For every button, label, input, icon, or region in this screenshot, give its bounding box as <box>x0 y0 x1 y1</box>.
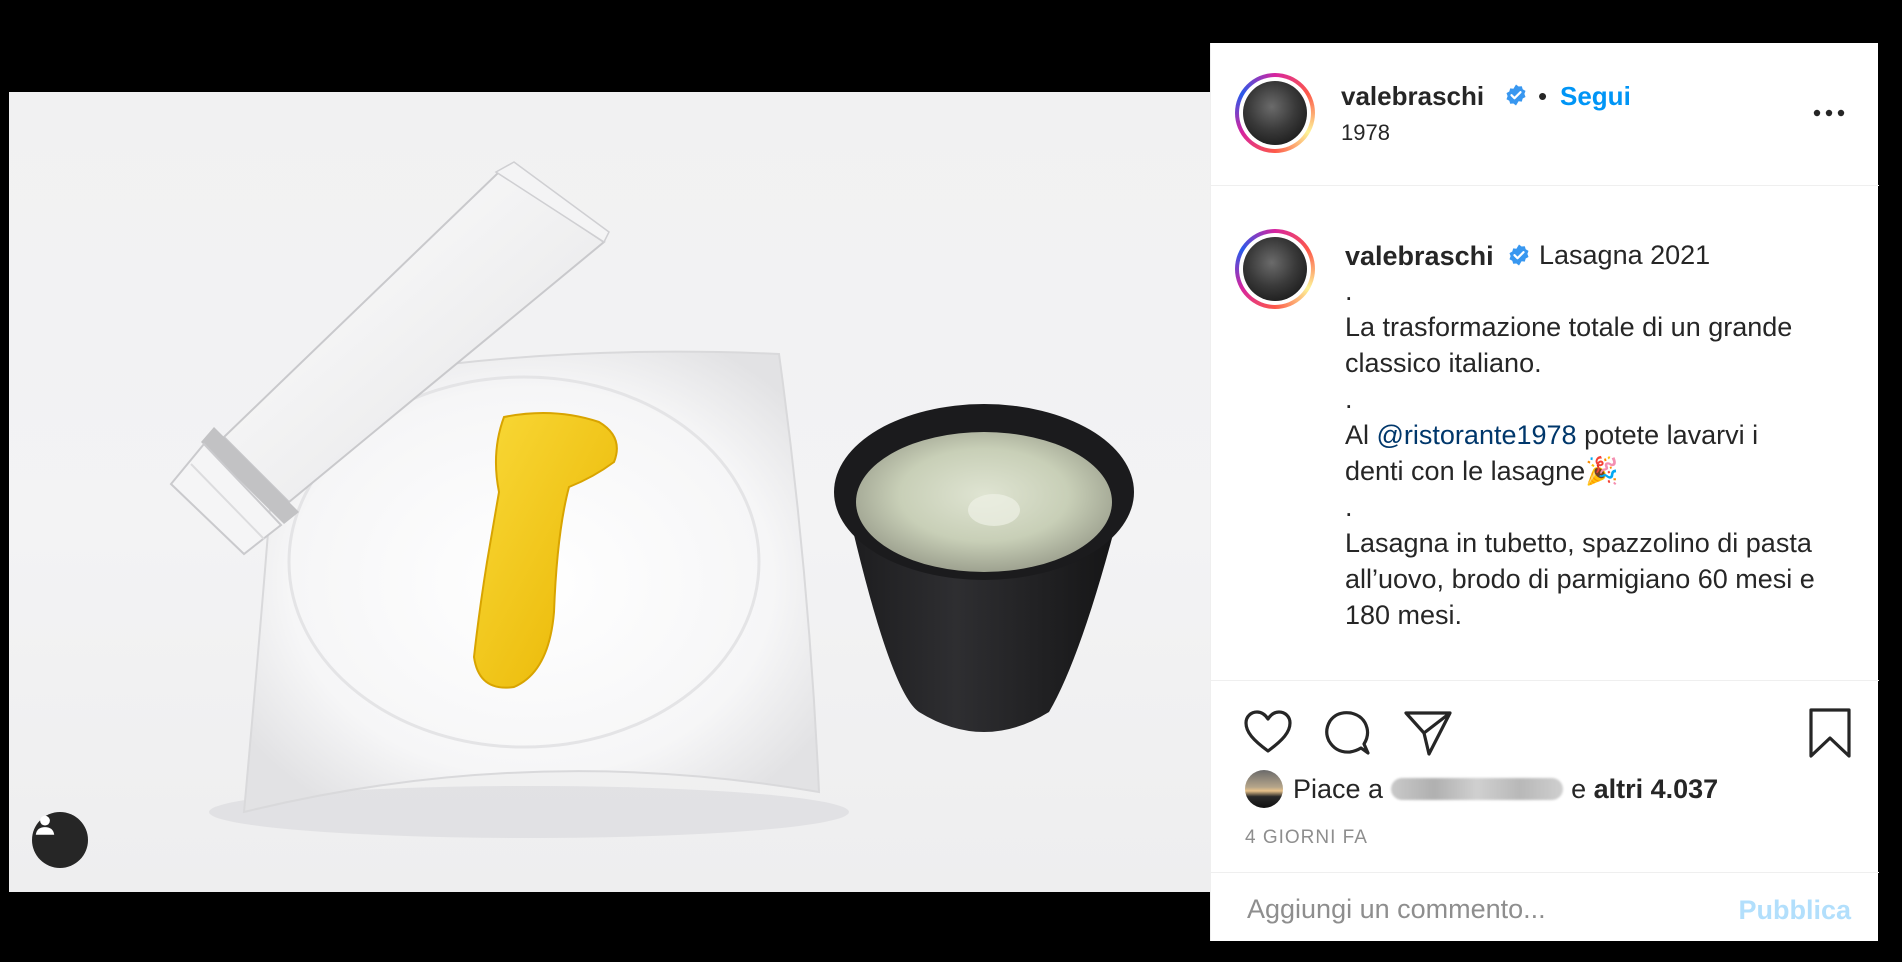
comment-input[interactable] <box>1245 887 1729 931</box>
likes-connector: e <box>1571 773 1587 804</box>
profile-avatar[interactable] <box>1235 73 1315 153</box>
location-link[interactable]: 1978 <box>1341 120 1390 146</box>
caption-line-mention: Al @ristorante1978 potete lavarvi i <box>1345 417 1855 453</box>
caption-line: La trasformazione totale di un grande <box>1345 312 1793 342</box>
avatar-image <box>1243 237 1307 301</box>
caption-area: valebraschi Lasagna 2021 . La trasformaz… <box>1211 186 1879 679</box>
caption-text-fragment: Al <box>1345 420 1377 450</box>
likes-count-link[interactable]: altri 4.037 <box>1594 774 1719 805</box>
heart-icon[interactable] <box>1243 709 1293 755</box>
liker-name-blurred[interactable] <box>1391 778 1564 800</box>
caption-line: classico italiano. <box>1345 348 1542 378</box>
tagged-users-button[interactable] <box>32 812 88 868</box>
broth-cup <box>834 404 1134 732</box>
caption-line: . <box>1345 384 1353 414</box>
instagram-post-view: valebraschi • Segui 1978 valebraschi Las… <box>0 0 1902 962</box>
caption-text: Lasagna 2021 . La trasformazione totale … <box>1345 237 1855 633</box>
post-actions: Piace a e altri 4.037 4 GIORNI FA Pubbli… <box>1211 680 1879 942</box>
likes-summary: Piace a e altri 4.037 <box>1245 769 1718 809</box>
verified-badge-icon <box>1506 84 1526 106</box>
mention-link[interactable]: @ristorante1978 <box>1377 420 1577 450</box>
caption-text-fragment: potete lavarvi i <box>1584 420 1759 450</box>
caption-avatar[interactable] <box>1235 229 1315 309</box>
user-icon <box>35 815 55 835</box>
separator-dot: • <box>1538 81 1548 111</box>
comment-bubble-icon[interactable] <box>1323 709 1371 757</box>
bookmark-icon[interactable] <box>1807 707 1853 759</box>
caption-line: . <box>1345 276 1353 306</box>
caption-line: all’uovo, brodo di parmigiano 60 mesi e <box>1345 564 1815 594</box>
post-photo[interactable] <box>9 92 1211 892</box>
caption-line: denti con le lasagne🎉 <box>1345 456 1619 486</box>
post-side-panel: valebraschi • Segui 1978 valebraschi Las… <box>1210 43 1879 942</box>
liker-avatar[interactable] <box>1245 770 1283 808</box>
post-timestamp[interactable]: 4 GIORNI FA <box>1245 827 1368 849</box>
dish-illustration <box>169 161 1134 838</box>
caption-line: Lasagna in tubetto, spazzolino di pasta <box>1345 528 1812 558</box>
avatar-image <box>1243 81 1307 145</box>
header-username[interactable]: valebraschi <box>1341 81 1484 112</box>
likes-prefix: Piace a <box>1293 773 1384 804</box>
more-options-icon[interactable] <box>1809 103 1849 123</box>
post-header: valebraschi • Segui 1978 <box>1211 43 1879 186</box>
follow-button[interactable]: Segui <box>1560 81 1631 112</box>
caption-line: . <box>1345 492 1353 522</box>
caption-line: 180 mesi. <box>1345 600 1463 630</box>
add-comment-bar: Pubblica <box>1211 872 1879 943</box>
paper-plane-icon[interactable] <box>1403 709 1453 757</box>
publish-button[interactable]: Pubblica <box>1731 895 1851 926</box>
caption-title: Lasagna 2021 <box>1539 240 1711 270</box>
